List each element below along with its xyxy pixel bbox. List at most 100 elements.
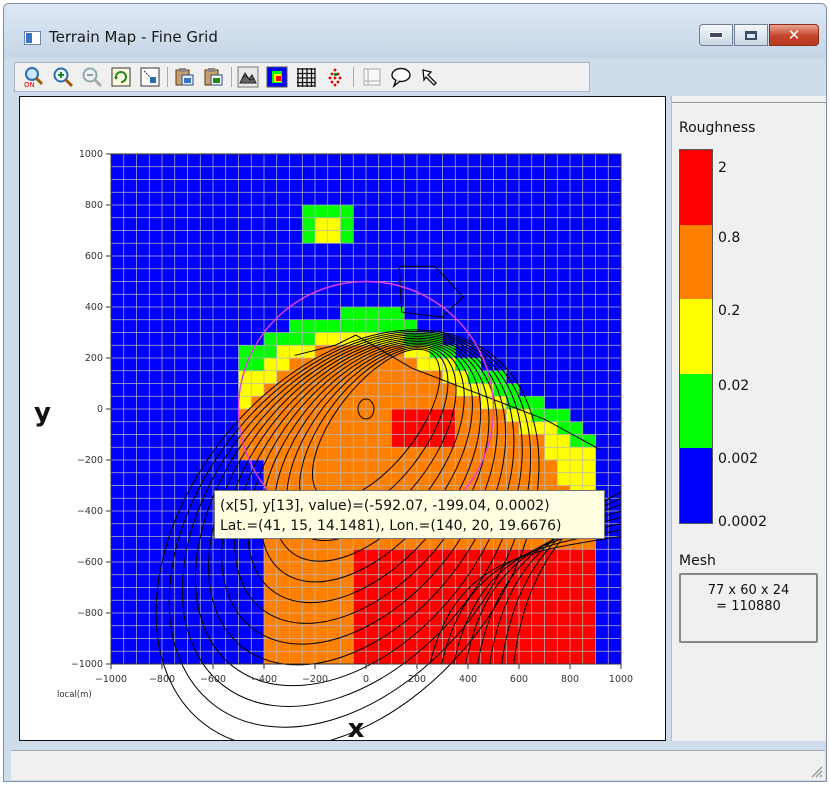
roughness-cell <box>366 319 380 333</box>
color-map-icon[interactable] <box>266 66 288 88</box>
points-icon[interactable] <box>324 66 346 88</box>
roughness-cell <box>429 587 443 601</box>
roughness-cell <box>302 217 316 231</box>
roughness-cell <box>544 562 558 576</box>
roughness-cell <box>429 358 443 372</box>
roughness-cell <box>391 472 405 486</box>
roughness-cell <box>340 319 354 333</box>
roughness-cell <box>582 447 596 461</box>
roughness-cell <box>557 613 571 627</box>
minimize-icon <box>709 32 723 38</box>
roughness-cell <box>544 434 558 448</box>
roughness-cell <box>366 613 380 627</box>
roughness-cell <box>353 447 367 461</box>
roughness-cell <box>391 549 405 563</box>
terrain-plot[interactable]: −1000 1000 −800 800 −600 600 −400 400 −200 200 0 0 2… <box>20 97 665 749</box>
roughness-cell <box>570 600 584 614</box>
roughness-cell <box>340 434 354 448</box>
x-axis-label: x <box>348 714 365 740</box>
roughness-cell <box>251 434 265 448</box>
roughness-cell <box>531 613 545 627</box>
minimize-button[interactable] <box>699 24 733 46</box>
roughness-cell <box>315 217 329 231</box>
roughness-cell <box>327 434 341 448</box>
toolbar-separator <box>353 67 354 87</box>
title-bar[interactable]: Terrain Map - Fine Grid ✕ <box>4 4 826 58</box>
roughness-cell <box>531 638 545 652</box>
roughness-cell <box>570 549 584 563</box>
grid-icon[interactable] <box>295 66 317 88</box>
roughness-cell <box>429 600 443 614</box>
roughness-cell <box>531 651 545 665</box>
roughness-cell <box>404 370 418 384</box>
roughness-cell <box>582 562 596 576</box>
roughness-cell <box>378 421 392 435</box>
roughness-cell <box>276 358 290 372</box>
roughness-cell <box>366 460 380 474</box>
roughness-cell <box>404 574 418 588</box>
maximize-button[interactable] <box>734 24 768 46</box>
roughness-cell <box>302 651 316 665</box>
y-tick-label: 200 <box>85 353 103 364</box>
pointer-icon[interactable] <box>419 66 441 88</box>
fit-view-icon[interactable] <box>139 66 161 88</box>
roughness-cell <box>544 574 558 588</box>
zoom-on-icon[interactable]: ON <box>23 66 45 89</box>
roughness-cell <box>391 396 405 410</box>
roughness-cell <box>302 205 316 219</box>
roughness-cell <box>557 574 571 588</box>
roughness-cell <box>404 396 418 410</box>
roughness-cell <box>289 625 303 639</box>
x-tick-label: −1000 <box>95 674 127 685</box>
close-button[interactable]: ✕ <box>769 24 819 46</box>
zoom-out-icon[interactable] <box>81 66 103 88</box>
roughness-cell <box>544 421 558 435</box>
roughness-cell <box>417 434 431 448</box>
roughness-cell <box>353 587 367 601</box>
roughness-cell <box>378 319 392 333</box>
legend-title: Roughness <box>679 120 756 136</box>
plot-canvas[interactable]: −1000 1000 −800 800 −600 600 −400 400 −200 200 0 0 2… <box>19 96 666 749</box>
roughness-cell <box>417 574 431 588</box>
roughness-cell <box>378 383 392 397</box>
roughness-cell <box>391 370 405 384</box>
balloon-icon[interactable] <box>390 66 412 89</box>
roughness-cell <box>442 383 456 397</box>
roughness-cell <box>366 447 380 461</box>
roughness-cell <box>353 472 367 486</box>
roughness-cell <box>264 358 278 372</box>
roughness-cell <box>340 472 354 486</box>
roughness-cell <box>353 651 367 665</box>
roughness-cell <box>544 625 558 639</box>
roughness-cell <box>570 562 584 576</box>
roughness-cell <box>391 638 405 652</box>
mesh-info-box: 77 x 60 x 24 = 110880 <box>679 573 818 643</box>
terrain-map-window: Terrain Map - Fine Grid ✕ ON −1000 1000 … <box>3 3 827 782</box>
tooltip-value-line: (x[5], y[13], value)=(-592.07, -199.04, … <box>220 498 550 514</box>
x-tick-label: −200 <box>302 674 328 685</box>
roughness-cell <box>442 562 456 576</box>
roughness-cell <box>302 638 316 652</box>
roughness-cell <box>238 370 252 384</box>
frame-icon[interactable] <box>361 66 383 88</box>
close-icon: ✕ <box>787 25 801 44</box>
resize-grip-icon[interactable] <box>809 764 823 778</box>
roughness-cell <box>264 332 278 346</box>
y-tick-label: 1000 <box>79 149 103 160</box>
refresh-icon[interactable] <box>110 66 132 88</box>
zoom-in-icon[interactable] <box>52 66 74 88</box>
roughness-cell <box>493 460 507 474</box>
roughness-cell <box>417 358 431 372</box>
roughness-cell <box>251 358 265 372</box>
roughness-cell <box>315 319 329 333</box>
roughness-cell <box>378 370 392 384</box>
roughness-cell <box>315 549 329 563</box>
roughness-cell <box>417 613 431 627</box>
export-image-icon[interactable] <box>202 66 224 88</box>
copy-image-icon[interactable] <box>173 66 195 88</box>
roughness-cell <box>391 447 405 461</box>
x-tick-label: 800 <box>561 674 579 685</box>
terrain-view-icon[interactable] <box>237 66 259 88</box>
roughness-cell <box>302 625 316 639</box>
roughness-cell <box>327 472 341 486</box>
